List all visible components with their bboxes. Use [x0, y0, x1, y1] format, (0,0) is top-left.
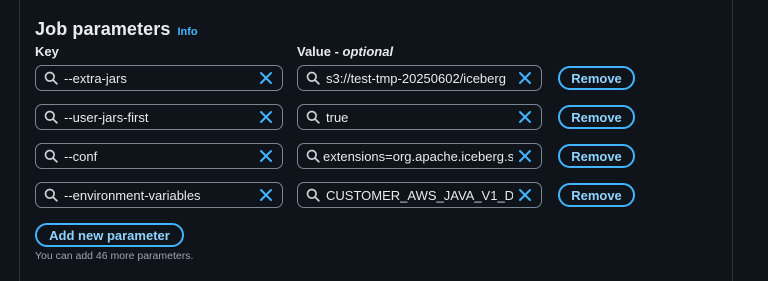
value-label-prefix: Value - [297, 44, 343, 59]
key-input[interactable]: --conf [64, 149, 254, 164]
value-label-optional: optional [342, 44, 394, 59]
key-column-label: Key [35, 44, 59, 59]
search-icon [44, 188, 58, 202]
search-icon [44, 71, 58, 85]
key-input[interactable]: --user-jars-first [64, 110, 254, 125]
close-icon[interactable] [258, 148, 274, 164]
value-field[interactable]: CUSTOMER_AWS_JAVA_V1_DISABLE [297, 182, 542, 208]
search-icon [306, 149, 320, 163]
key-input[interactable]: --extra-jars [64, 71, 254, 86]
value-field[interactable]: extensions=org.apache.iceberg.spark [297, 143, 542, 169]
close-icon[interactable] [517, 148, 533, 164]
job-parameters-panel: Job parameters Info Key Value - optional… [19, 0, 733, 281]
add-new-parameter-button[interactable]: Add new parameter [35, 223, 184, 247]
close-icon[interactable] [517, 70, 533, 86]
key-field[interactable]: --user-jars-first [35, 104, 283, 130]
info-link[interactable]: Info [177, 26, 197, 38]
value-input[interactable]: extensions=org.apache.iceberg.spark [323, 149, 513, 164]
section-heading: Job parameters Info [35, 19, 198, 40]
value-column-label: Value - optional [297, 44, 393, 59]
key-field[interactable]: --extra-jars [35, 65, 283, 91]
value-field[interactable]: true [297, 104, 542, 130]
close-icon[interactable] [517, 187, 533, 203]
section-title: Job parameters [35, 19, 171, 39]
remove-button[interactable]: Remove [558, 66, 635, 90]
close-icon[interactable] [258, 109, 274, 125]
search-icon [306, 188, 320, 202]
remove-button[interactable]: Remove [558, 183, 635, 207]
key-field[interactable]: --environment-variables [35, 182, 283, 208]
close-icon[interactable] [258, 187, 274, 203]
remove-button[interactable]: Remove [558, 144, 635, 168]
search-icon [44, 110, 58, 124]
remove-button[interactable]: Remove [558, 105, 635, 129]
search-icon [306, 110, 320, 124]
key-input[interactable]: --environment-variables [64, 188, 254, 203]
remaining-parameters-hint: You can add 46 more parameters. [35, 250, 194, 262]
value-input[interactable]: CUSTOMER_AWS_JAVA_V1_DISABLE [326, 188, 513, 203]
value-input[interactable]: true [326, 110, 513, 125]
close-icon[interactable] [258, 70, 274, 86]
close-icon[interactable] [517, 109, 533, 125]
key-field[interactable]: --conf [35, 143, 283, 169]
search-icon [306, 71, 320, 85]
search-icon [44, 149, 58, 163]
value-field[interactable]: s3://test-tmp-20250602/iceberg [297, 65, 542, 91]
value-input[interactable]: s3://test-tmp-20250602/iceberg [326, 71, 513, 86]
